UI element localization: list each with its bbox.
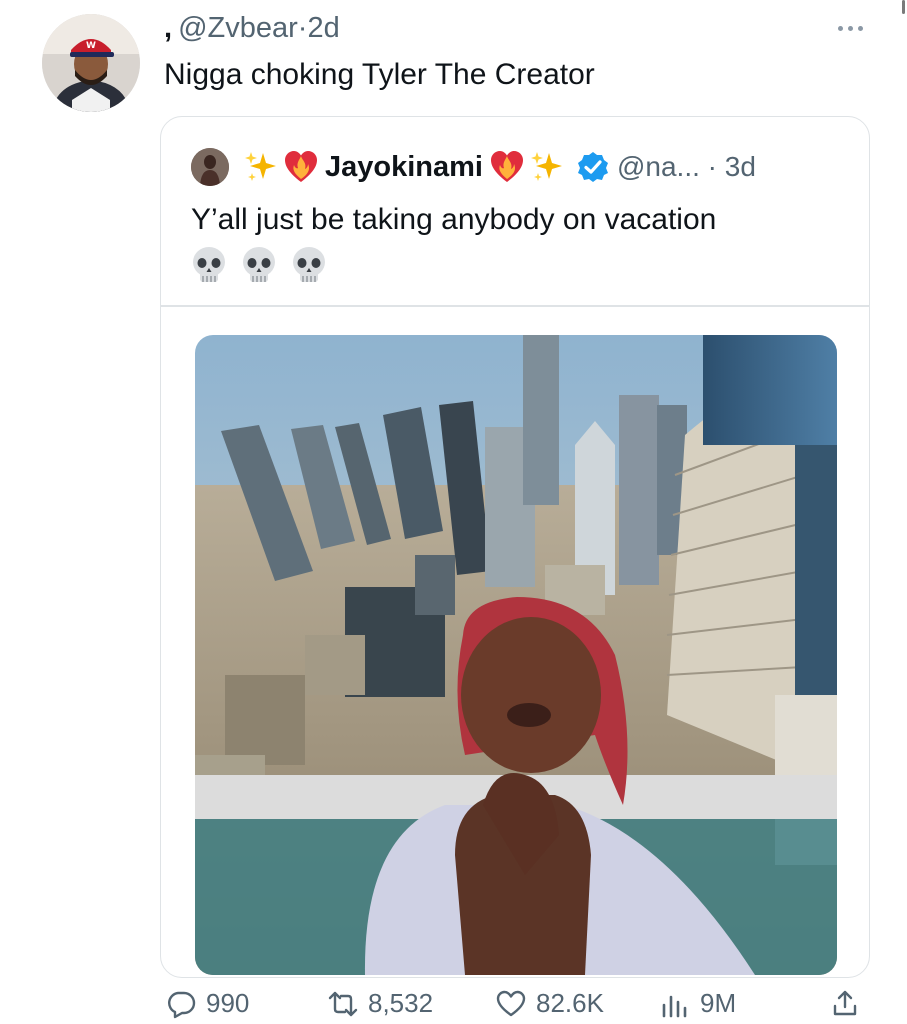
scrollbar-thumb[interactable] <box>902 0 905 14</box>
sparkles-icon <box>530 152 562 181</box>
quoted-tweet-photo[interactable] <box>195 335 837 975</box>
sparkles-icon <box>245 152 276 181</box>
quoted-handle[interactable]: @na... <box>617 151 700 182</box>
skull-emoji-row <box>191 245 327 285</box>
quoted-author-avatar[interactable] <box>191 148 229 186</box>
heart-on-fire-icon <box>490 151 523 182</box>
retweet-count: 8,532 <box>368 988 434 1018</box>
share-icon <box>833 990 857 1016</box>
reply-count: 990 <box>206 988 250 1018</box>
tweet-action-bar: 990 8,532 82.6K 9M <box>0 988 907 1024</box>
skull-icon <box>293 247 325 282</box>
user-avatar-icon: W <box>42 14 140 112</box>
skull-icon <box>243 247 275 282</box>
city-skyline-photo-icon <box>195 335 837 975</box>
more-options-icon[interactable] <box>833 18 867 38</box>
like-button[interactable]: 82.6K <box>496 988 604 1019</box>
views-chart-icon <box>662 995 687 1017</box>
separator-dot: · <box>297 12 308 44</box>
heart-icon <box>496 990 526 1016</box>
author-avatar[interactable]: W <box>42 14 140 112</box>
author-handle[interactable]: @Zvbear <box>178 12 298 44</box>
like-count: 82.6K <box>536 988 604 1018</box>
reply-icon <box>168 991 196 1018</box>
user-avatar-icon <box>191 148 229 186</box>
tweet-timestamp[interactable]: 2d <box>307 12 339 44</box>
tweet-text: Nigga choking Tyler The Creator <box>164 58 595 91</box>
view-count: 9M <box>700 988 737 1018</box>
quoted-tweet-card[interactable]: Jayokinami @na... · 3d Y’all just be tak… <box>160 116 870 978</box>
retweet-icon <box>328 991 358 1016</box>
verified-badge-icon[interactable] <box>577 151 609 183</box>
skull-icon <box>193 247 225 282</box>
share-button[interactable] <box>830 988 860 1018</box>
heart-on-fire-icon <box>285 151 317 182</box>
quoted-timestamp[interactable]: 3d <box>725 151 756 182</box>
tweet-header: , @Zvbear·2d <box>164 12 340 45</box>
views-button[interactable]: 9M <box>660 988 736 1019</box>
reply-button[interactable]: 990 <box>166 988 249 1019</box>
retweet-button[interactable]: 8,532 <box>328 988 433 1019</box>
separator-dot: · <box>707 151 717 182</box>
quoted-display-name[interactable]: Jayokinami <box>325 151 483 184</box>
quoted-tweet-text: Y’all just be taking anybody on vacation <box>191 203 717 236</box>
display-name[interactable]: , <box>164 12 172 44</box>
svg-text:W: W <box>86 41 96 51</box>
quoted-tweet-header: Jayokinami @na... · 3d <box>191 147 756 187</box>
quoted-divider <box>161 305 869 307</box>
